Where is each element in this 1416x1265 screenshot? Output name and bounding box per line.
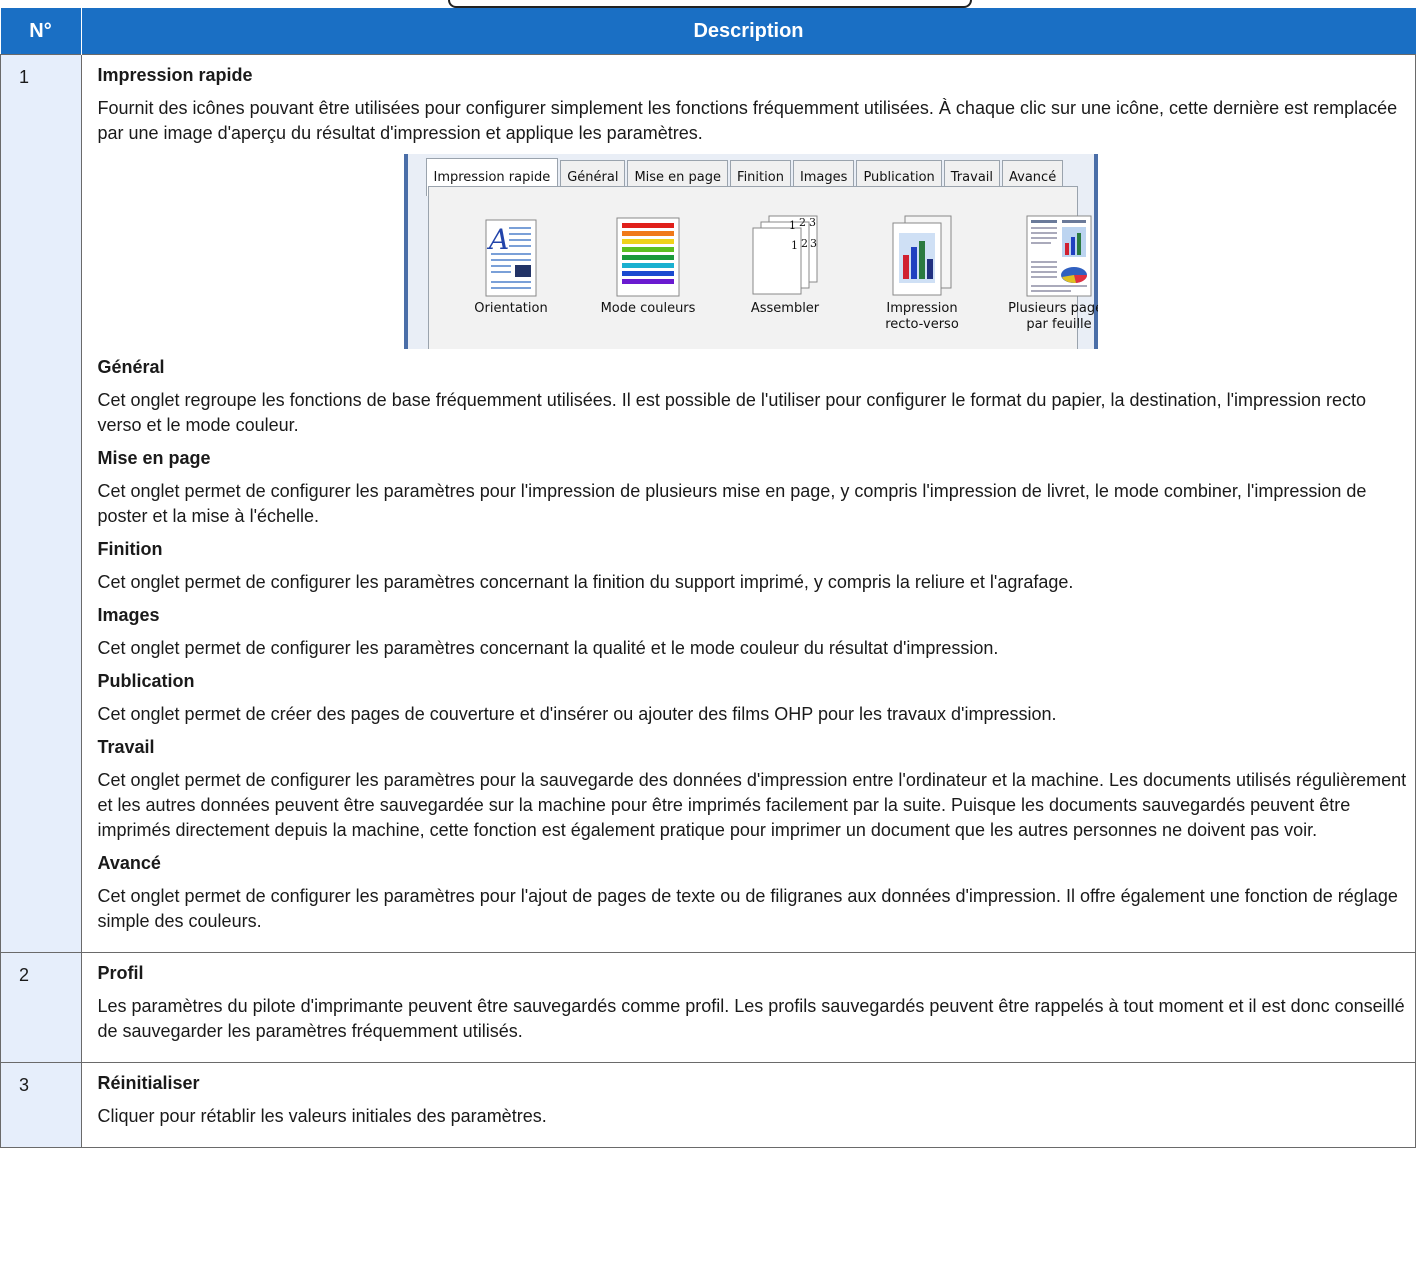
row-description: Profil Les paramètres du pilote d'imprim… [80, 952, 1416, 1063]
collate-digit: 2 [801, 237, 808, 250]
section-text: Cet onglet permet de configurer les para… [97, 770, 1407, 840]
icon-label: Orientation [474, 301, 548, 316]
section-title: Avancé [97, 853, 161, 873]
tab-panel: A Orientation Mode couleurs 1 2 3 1 2 3 … [427, 186, 1098, 349]
section-text: Les paramètres du pilote d'imprimante pe… [97, 996, 1405, 1041]
header-num: N° [0, 8, 82, 55]
table-row: 3 Réinitialiser Cliquer pour rétablir le… [0, 1062, 1416, 1148]
section-text: Cet onglet permet de configurer les para… [97, 638, 999, 658]
table-header-row: N° Description [0, 8, 1416, 55]
header-description: Description [81, 8, 1416, 55]
section-text: Fournit des icônes pouvant être utilisée… [97, 98, 1398, 143]
icon-label: Assembler [750, 301, 820, 316]
section-text: Cliquer pour rétablir les valeurs initia… [97, 1106, 547, 1126]
collate-digit: 2 [799, 216, 806, 229]
multi-page-icon [1026, 215, 1092, 297]
color-mode-icon [616, 217, 680, 297]
collate-button[interactable]: 1 2 3 1 2 3 Assembler [723, 215, 848, 333]
section-text: Cet onglet regroupe les fonctions de bas… [97, 390, 1367, 435]
section-text: Cet onglet permet de créer des pages de … [97, 704, 1057, 724]
frame-left-edge [403, 154, 408, 349]
svg-text:A: A [486, 223, 509, 256]
row-number: 2 [0, 952, 82, 1063]
collate-digit: 3 [809, 216, 816, 229]
row-description: Réinitialiser Cliquer pour rétablir les … [80, 1062, 1416, 1148]
duplex-icon [892, 215, 952, 296]
section-title: Images [97, 605, 160, 625]
orientation-button[interactable]: A Orientation [449, 217, 574, 333]
collate-digit: 1 [789, 219, 796, 232]
section-title: Publication [97, 671, 195, 691]
section-title: Impression rapide [97, 65, 253, 85]
table-row: 1 Impression rapide Fournit des icônes p… [0, 54, 1416, 953]
section-text: Cet onglet permet de configurer les para… [97, 886, 1398, 931]
pages-per-sheet-button[interactable]: Plusieurs pagespar feuille [997, 215, 1098, 333]
collate-icon: 1 2 3 1 2 3 [752, 215, 818, 295]
duplex-button[interactable]: Impression recto-verso [860, 215, 985, 333]
icon-label: Impression recto-verso [885, 301, 959, 332]
description-table: N° Description 1 Impression rapide Fourn… [0, 8, 1416, 1148]
collate-digit: 1 [791, 239, 798, 252]
icon-label: Mode couleurs [600, 301, 696, 316]
printer-dialog-screenshot: Impression rapide Général Mise en page F… [403, 154, 1098, 349]
section-text: Cet onglet permet de configurer les para… [97, 481, 1367, 526]
section-title: Mise en page [97, 448, 211, 468]
section-title: Travail [97, 737, 155, 757]
quick-print-icons: A Orientation Mode couleurs 1 2 3 1 2 3 … [449, 215, 1098, 333]
section-title: Finition [97, 539, 163, 559]
collate-digit: 3 [810, 237, 817, 250]
section-text: Cet onglet permet de configurer les para… [97, 572, 1074, 592]
top-tab-decoration [448, 0, 972, 8]
row-description: Impression rapide Fournit des icônes pou… [80, 54, 1416, 953]
table-row: 2 Profil Les paramètres du pilote d'impr… [0, 952, 1416, 1063]
section-title: Réinitialiser [97, 1073, 200, 1093]
row-number: 1 [0, 54, 82, 953]
row-number: 3 [0, 1062, 82, 1148]
orientation-icon: A [485, 219, 537, 297]
section-title: Profil [97, 963, 144, 983]
icon-label: Plusieurs pagespar feuille [1008, 301, 1097, 332]
section-title: Général [97, 357, 165, 377]
color-mode-button[interactable]: Mode couleurs [586, 217, 711, 333]
